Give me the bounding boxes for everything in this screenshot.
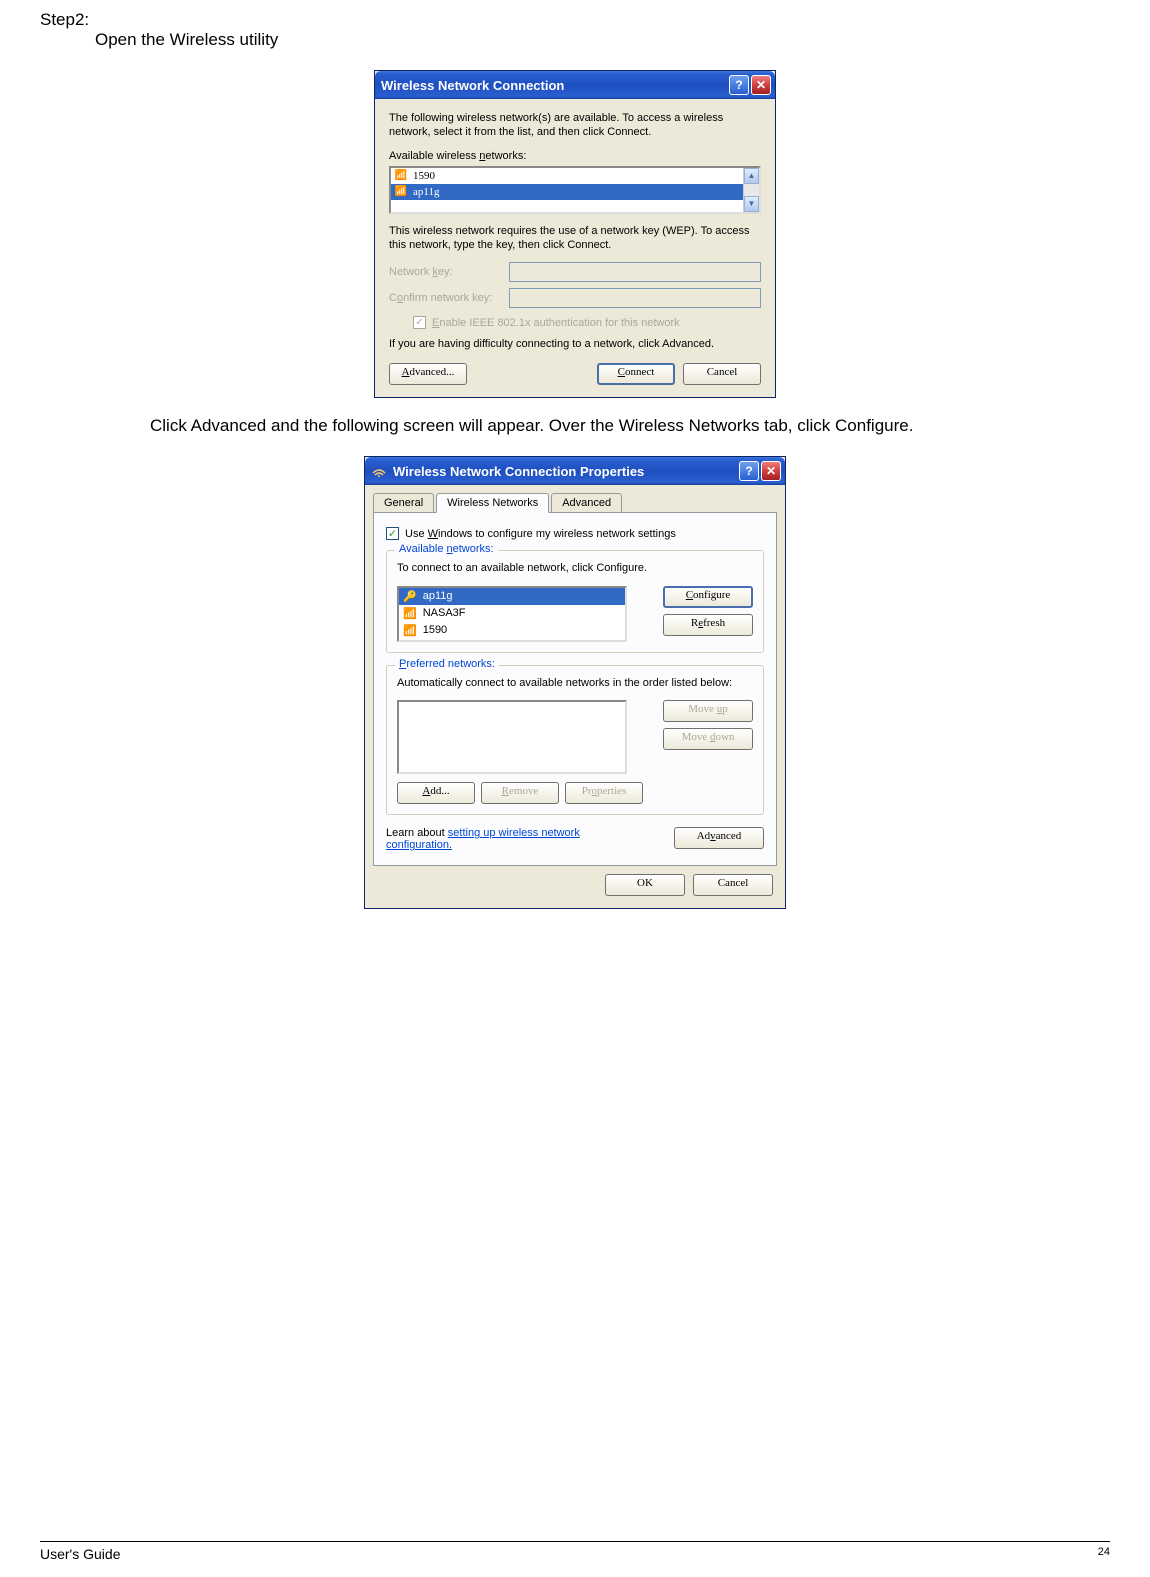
tab-panel: ✓ Use Windows to configure my wireless n… [373, 512, 777, 866]
available-text: To connect to an available network, clic… [397, 561, 753, 575]
advanced-button[interactable]: Advanced [674, 827, 764, 849]
scrollbar[interactable]: ▲ ▼ [743, 168, 759, 212]
network-key-input[interactable] [509, 262, 761, 282]
network-name: NASA3F [423, 607, 466, 619]
network-item[interactable]: 📶 ap11g [391, 184, 743, 200]
cancel-button[interactable]: Cancel [683, 363, 761, 385]
tab-advanced[interactable]: Advanced [551, 493, 622, 512]
connect-button[interactable]: Connect [597, 363, 675, 385]
scroll-up-button[interactable]: ▲ [744, 168, 759, 184]
ok-button[interactable]: OK [605, 874, 685, 896]
wep-text: This wireless network requires the use o… [389, 224, 761, 253]
enable-8021x-label: Enable IEEE 802.1x authentication for th… [432, 317, 680, 329]
help-button[interactable]: ? [739, 461, 759, 481]
preferred-text: Automatically connect to available netwo… [397, 676, 753, 690]
help-button[interactable]: ? [729, 75, 749, 95]
advanced-button[interactable]: Advanced... [389, 363, 467, 385]
network-name: ap11g [413, 186, 439, 198]
network-icon: 📶 [395, 186, 407, 198]
enable-8021x-checkbox[interactable]: ✓ [413, 316, 426, 329]
secure-network-icon: 🔑 [403, 590, 417, 603]
add-button[interactable]: Add... [397, 782, 475, 804]
available-legend: Available networks: [395, 543, 498, 555]
network-name: 1590 [413, 170, 435, 182]
network-item[interactable]: 📶 1590 [391, 168, 743, 184]
titlebar: Wireless Network Connection Properties ?… [365, 457, 785, 485]
move-down-button[interactable]: Move down [663, 728, 753, 750]
footer-label: User's Guide [40, 1546, 120, 1562]
network-item[interactable]: 📶 1590 [399, 622, 625, 639]
close-button[interactable]: ✕ [761, 461, 781, 481]
use-windows-checkbox[interactable]: ✓ [386, 527, 399, 540]
available-listbox[interactable]: 🔑 ap11g 📶 NASA3F 📶 1590 [397, 586, 627, 642]
close-button[interactable]: ✕ [751, 75, 771, 95]
network-item[interactable]: 📶 NASA3F [399, 605, 625, 622]
step-label: Step2: [40, 10, 1110, 30]
refresh-button[interactable]: Refresh [663, 614, 753, 636]
window-title: Wireless Network Connection Properties [393, 464, 644, 479]
networks-listbox[interactable]: 📶 1590 📶 ap11g ▲ ▼ [389, 166, 761, 214]
learn-text: Learn about setting up wireless network … [386, 827, 616, 851]
network-icon: 📶 [395, 170, 407, 182]
preferred-networks-group: Preferred networks: Automatically connec… [386, 665, 764, 815]
use-windows-label: Use Windows to configure my wireless net… [405, 528, 676, 540]
scroll-down-button[interactable]: ▼ [744, 196, 759, 212]
network-name: 1590 [423, 624, 447, 636]
move-up-button[interactable]: Move up [663, 700, 753, 722]
network-icon: 📶 [403, 624, 417, 637]
tab-general[interactable]: General [373, 493, 434, 512]
properties-button[interactable]: Properties [565, 782, 643, 804]
configure-button[interactable]: Configure [663, 586, 753, 608]
available-networks-group: Available networks: To connect to an ava… [386, 550, 764, 652]
intro-text: The following wireless network(s) are av… [389, 111, 761, 140]
page-footer: User's Guide 24 [40, 1541, 1110, 1562]
confirm-key-label: Confirm network key: [389, 292, 509, 304]
preferred-listbox[interactable] [397, 700, 627, 774]
confirm-key-input[interactable] [509, 288, 761, 308]
step-text: Open the Wireless utility [40, 30, 1110, 50]
page-number: 24 [1098, 1546, 1110, 1562]
tab-wireless-networks[interactable]: Wireless Networks [436, 493, 549, 513]
network-key-label: Network key: [389, 266, 509, 278]
difficulty-text: If you are having difficulty connecting … [389, 337, 761, 351]
wireless-properties-dialog: Wireless Network Connection Properties ?… [364, 456, 786, 909]
network-icon: 📶 [403, 607, 417, 620]
remove-button[interactable]: Remove [481, 782, 559, 804]
wireless-connection-dialog: Wireless Network Connection ? ✕ The foll… [374, 70, 776, 398]
tabs: General Wireless Networks Advanced [373, 493, 777, 512]
cancel-button[interactable]: Cancel [693, 874, 773, 896]
available-label: Available wireless networks: [389, 150, 761, 162]
network-name: ap11g [423, 590, 453, 602]
body-paragraph: Click Advanced and the following screen … [95, 416, 1070, 436]
window-title: Wireless Network Connection [381, 78, 564, 93]
preferred-legend: Preferred networks: [395, 658, 499, 670]
network-item[interactable]: 🔑 ap11g [399, 588, 625, 605]
titlebar: Wireless Network Connection ? ✕ [375, 71, 775, 99]
wireless-icon [371, 463, 387, 479]
